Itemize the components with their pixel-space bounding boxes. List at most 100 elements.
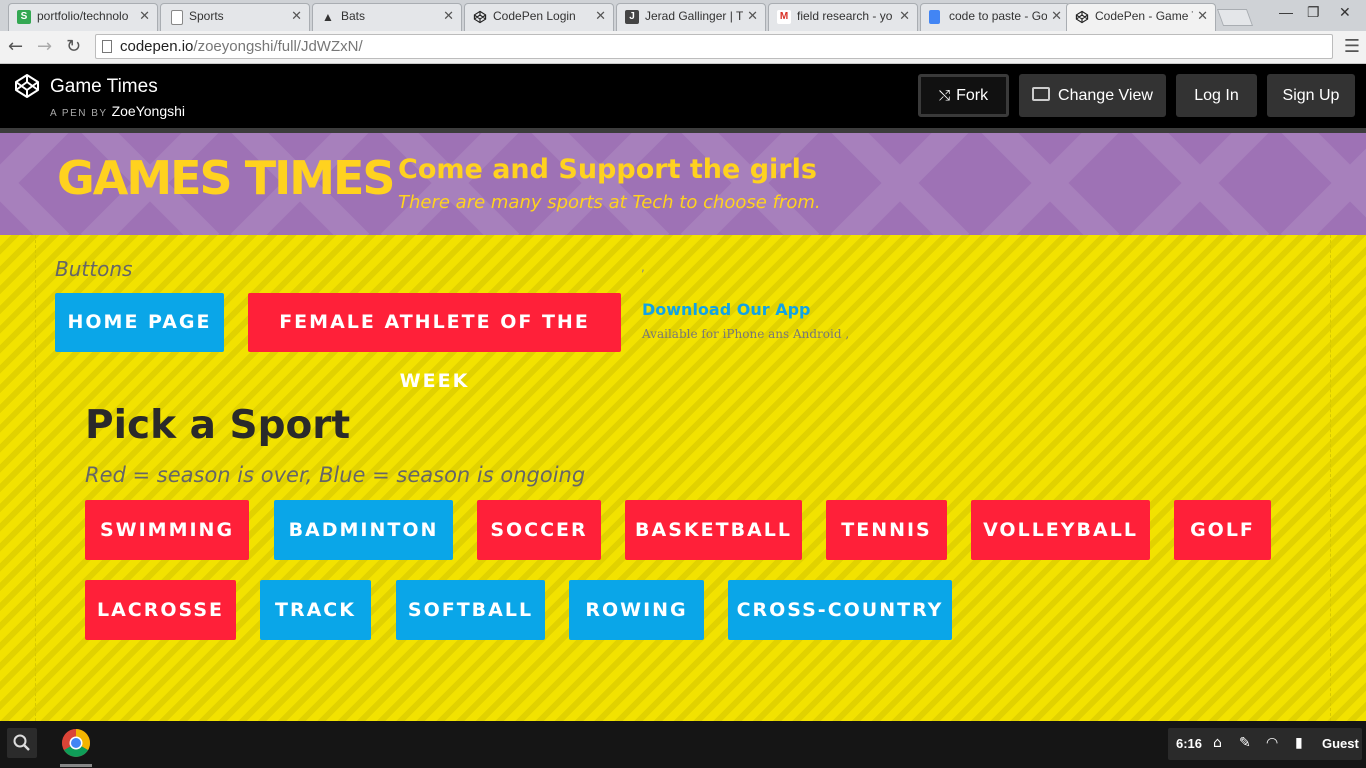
sport-button-badminton[interactable]: BADMINTON <box>274 500 453 560</box>
pen-title: Game Times <box>50 76 158 97</box>
close-icon[interactable]: ✕ <box>595 8 606 24</box>
view-icon <box>1032 87 1051 101</box>
sport-button-soccer[interactable]: SOCCER <box>477 500 601 560</box>
site-title: GAMES TIMES <box>57 151 396 205</box>
minimize-icon[interactable]: — <box>1279 4 1293 20</box>
site-tagline: Come and Support the girls <box>398 154 817 185</box>
signup-button[interactable]: Sign Up <box>1267 74 1355 117</box>
launcher-button[interactable] <box>7 728 37 758</box>
forward-arrow-icon[interactable]: → <box>37 36 52 57</box>
clock-time: 6:16 <box>1176 736 1203 751</box>
close-icon[interactable]: ✕ <box>899 8 910 24</box>
tab-docs[interactable]: code to paste - Go ✕ <box>920 3 1070 31</box>
main-section: Buttons , HOME PAGE FEMALE ATHLETE OF TH… <box>0 235 1366 721</box>
close-icon[interactable]: ✕ <box>1197 8 1208 24</box>
season-legend: Red = season is over, Blue = season is o… <box>85 463 586 487</box>
fork-icon: ⤭ <box>938 87 951 103</box>
search-icon <box>13 734 30 751</box>
tab-title: Jerad Gallinger | T <box>645 9 743 23</box>
url-text[interactable]: codepen.io/zoeyongshi/full/JdWZxN/ <box>120 38 363 55</box>
fork-button[interactable]: ⤭ Fork <box>918 74 1009 117</box>
j-icon: J <box>625 10 639 24</box>
close-icon[interactable]: ✕ <box>747 8 758 24</box>
download-app-subtext: Available for iPhone ans Android , <box>642 327 850 341</box>
sport-button-golf[interactable]: GOLF <box>1174 500 1271 560</box>
sport-button-basketball[interactable]: BASKETBALL <box>625 500 802 560</box>
tab-jerad[interactable]: J Jerad Gallinger | T ✕ <box>616 3 766 31</box>
tab-portfolio[interactable]: S portfolio/technolo ✕ <box>8 3 158 31</box>
codepen-icon <box>1075 10 1089 24</box>
bat-icon: ▲ <box>322 10 334 24</box>
tab-title: CodePen - Game T <box>1095 9 1193 23</box>
tab-title: portfolio/technolo <box>37 9 129 23</box>
chrome-app-icon[interactable] <box>61 728 91 758</box>
notifications-off-icon: ✎ <box>1239 735 1251 751</box>
page-icon <box>171 10 183 25</box>
tab-title: Bats <box>341 9 366 23</box>
tab-title: field research - yo <box>797 9 893 23</box>
url-host: codepen.io <box>120 38 194 55</box>
close-icon[interactable]: ✕ <box>443 8 454 24</box>
network-icon: ⌂ <box>1213 735 1222 751</box>
sheets-icon: S <box>17 10 31 24</box>
sport-button-softball[interactable]: SOFTBALL <box>396 580 545 640</box>
tab-sports[interactable]: Sports ✕ <box>160 3 310 31</box>
tab-title: Sports <box>189 9 224 23</box>
status-tray[interactable]: 6:16 ⌂ ✎ ◠ ▮ Guest <box>1168 728 1362 760</box>
tab-strip: S portfolio/technolo ✕ Sports ✕ ▲ Bats ✕… <box>0 0 1366 31</box>
new-tab-button[interactable] <box>1216 9 1254 26</box>
login-button[interactable]: Log In <box>1176 74 1257 117</box>
sport-button-swimming[interactable]: SWIMMING <box>85 500 249 560</box>
page-icon <box>102 40 112 53</box>
download-app-link[interactable]: Download Our App <box>642 300 810 319</box>
site-banner: GAMES TIMES Come and Support the girls T… <box>0 133 1366 235</box>
fork-label: Fork <box>956 87 989 104</box>
tab-title: code to paste - Go <box>949 9 1047 23</box>
change-view-button[interactable]: Change View <box>1019 74 1166 117</box>
close-icon[interactable]: ✕ <box>139 8 150 24</box>
sport-button-rowing[interactable]: ROWING <box>569 580 704 640</box>
browser-toolbar: ← → ↻ codepen.io/zoeyongshi/full/JdWZxN/… <box>0 31 1366 64</box>
codepen-icon <box>473 10 487 24</box>
pen-author[interactable]: ZoeYongshi <box>112 103 185 119</box>
sport-button-lacrosse[interactable]: LACROSSE <box>85 580 236 640</box>
codepen-header: Game Times A PEN BY ZoeYongshi ⤭ Fork Chan… <box>0 64 1366 128</box>
close-window-icon[interactable]: ✕ <box>1339 4 1351 21</box>
restore-icon[interactable]: ❐ <box>1307 4 1320 21</box>
sport-button-volleyball[interactable]: VOLLEYBALL <box>971 500 1150 560</box>
battery-icon: ▮ <box>1295 735 1303 751</box>
change-view-label: Change View <box>1058 87 1153 104</box>
pen-byline: A PEN BY ZoeYongshi <box>50 103 185 119</box>
tab-codepen-login[interactable]: CodePen Login ✕ <box>464 3 614 31</box>
buttons-heading: Buttons <box>55 257 133 281</box>
site-subline: There are many sports at Tech to choose … <box>398 192 821 213</box>
reload-icon[interactable]: ↻ <box>66 36 81 57</box>
os-shelf: 6:16 ⌂ ✎ ◠ ▮ Guest <box>0 721 1366 768</box>
url-path: /zoeyongshi/full/JdWZxN/ <box>193 38 363 55</box>
codepen-logo-icon[interactable] <box>14 73 40 99</box>
user-label: Guest <box>1322 736 1359 751</box>
sport-button-tennis[interactable]: TENNIS <box>826 500 947 560</box>
docs-icon <box>929 10 940 24</box>
signup-label: Sign Up <box>1282 87 1340 104</box>
close-icon[interactable]: ✕ <box>1051 8 1062 24</box>
tab-title: CodePen Login <box>493 9 576 23</box>
sport-button-track[interactable]: TRACK <box>260 580 371 640</box>
sport-button-cross-country[interactable]: CROSS-COUNTRY <box>728 580 952 640</box>
running-indicator <box>60 764 92 767</box>
home-page-button[interactable]: HOME PAGE <box>55 293 224 352</box>
login-label: Log In <box>1194 87 1239 104</box>
female-athlete-button[interactable]: FEMALE ATHLETE OF THE WEEK <box>248 293 621 392</box>
tab-bats[interactable]: ▲ Bats ✕ <box>312 3 462 31</box>
close-icon[interactable]: ✕ <box>291 8 302 24</box>
stray-comma: , <box>641 260 645 274</box>
wifi-icon: ◠ <box>1266 735 1279 751</box>
pick-sport-title: Pick a Sport <box>85 403 351 448</box>
tab-gmail[interactable]: M field research - yo ✕ <box>768 3 918 31</box>
tab-codepen-game[interactable]: CodePen - Game T ✕ <box>1066 3 1216 31</box>
menu-icon[interactable]: ☰ <box>1344 36 1360 57</box>
back-arrow-icon[interactable]: ← <box>8 36 23 57</box>
address-bar[interactable]: codepen.io/zoeyongshi/full/JdWZxN/ <box>95 34 1333 59</box>
byline-label: A PEN BY <box>50 108 108 119</box>
gmail-icon: M <box>777 10 791 24</box>
